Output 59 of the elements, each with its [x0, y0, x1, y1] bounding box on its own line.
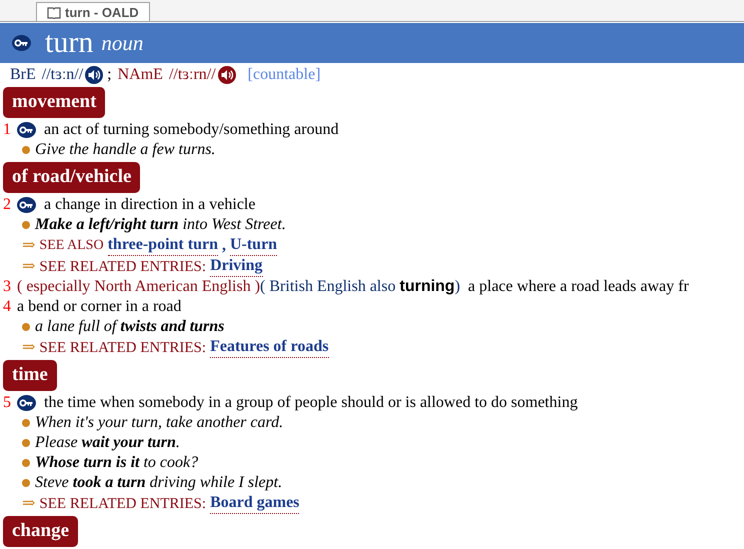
- sense-number: 4: [3, 297, 11, 317]
- example-sentence: Whose turn is it to cook?: [35, 453, 198, 473]
- sense-number: 5: [3, 393, 11, 413]
- arrow-symbol: ⇒: [22, 256, 36, 276]
- example-sentence: Steve took a turn driving while I slept.: [35, 473, 282, 493]
- arrow-symbol: ⇒: [22, 236, 36, 256]
- cross-reference-label: SEE RELATED ENTRIES:: [39, 338, 206, 358]
- example-sentence: a lane full of twists and turns: [35, 317, 224, 337]
- book-icon: [47, 6, 61, 18]
- key-icon: [12, 35, 31, 51]
- arrow-symbol: ⇒: [22, 494, 36, 514]
- definition: a place where a road leads away fr: [468, 277, 689, 297]
- sense-group-heading: time: [3, 360, 57, 391]
- usage-label: ( especially North American English ): [17, 277, 260, 297]
- usage-label: turning: [400, 277, 455, 297]
- usage-label: ( British English also: [260, 277, 396, 297]
- sense-group-heading: movement: [3, 87, 106, 118]
- example-sentence: Please wait your turn.: [35, 433, 180, 453]
- bullet-icon: [22, 479, 30, 487]
- cross-reference-link[interactable]: U-turn: [230, 235, 278, 256]
- pronunciation: //tɜːn//: [42, 65, 84, 85]
- bullet-icon: [22, 459, 30, 467]
- definition: a change in direction in a vehicle: [44, 195, 256, 215]
- example-sentence: When it's your turn, take another card.: [35, 413, 284, 433]
- definition: a bend or corner in a road: [17, 297, 182, 317]
- sense-group-heading: change: [3, 516, 78, 547]
- definition: an act of turning somebody/something around: [44, 120, 339, 140]
- cross-reference-label: SEE RELATED ENTRIES:: [39, 494, 206, 514]
- cross-reference-link[interactable]: Board games: [210, 493, 300, 514]
- bullet-icon: [22, 439, 30, 447]
- bullet-icon: [22, 323, 30, 331]
- grammar-label: [countable]: [248, 65, 321, 85]
- cross-reference-link[interactable]: three-point turn: [108, 235, 218, 256]
- separator: ;: [107, 65, 112, 85]
- cross-reference-link[interactable]: Features of roads: [210, 337, 329, 358]
- part-of-speech: noun: [101, 30, 144, 56]
- speaker-icon[interactable]: [85, 66, 104, 84]
- arrow-symbol: ⇒: [22, 338, 36, 358]
- pronunciation-label: BrE: [10, 65, 36, 85]
- cross-reference-label: SEE ALSO: [39, 236, 104, 254]
- cross-reference-link[interactable]: Driving: [210, 256, 263, 277]
- sense-number: 3: [3, 277, 11, 297]
- bullet-icon: [22, 146, 30, 154]
- pronunciation-label: NAmE: [118, 65, 163, 85]
- dictionary-tab[interactable]: turn - OALD: [36, 2, 150, 21]
- bullet-icon: [22, 221, 30, 229]
- example-sentence: Make a left/right turn into West Street.: [35, 215, 286, 235]
- definition: the time when somebody in a group of people should or is allowed to do something: [44, 393, 578, 413]
- pronunciation: //tɜːrn//: [168, 65, 216, 85]
- speaker-icon[interactable]: [218, 66, 236, 84]
- headword: turn: [45, 26, 94, 60]
- bullet-icon: [22, 419, 30, 427]
- sense-number: 2: [3, 195, 11, 215]
- separator: ,: [222, 236, 226, 256]
- sense-number: 1: [3, 120, 11, 140]
- sense-group-heading: of road/vehicle: [3, 162, 140, 193]
- cross-reference-label: SEE RELATED ENTRIES:: [39, 258, 206, 276]
- usage-label: ): [454, 277, 460, 297]
- example-sentence: Give the handle a few turns.: [35, 140, 216, 160]
